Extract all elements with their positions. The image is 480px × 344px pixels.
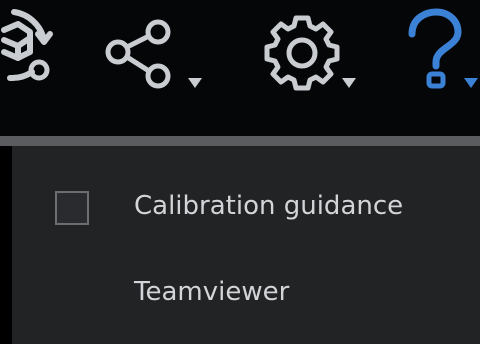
share-icon[interactable] — [102, 0, 212, 120]
menu-item-label: Calibration guidance — [134, 191, 404, 221]
toolbar — [0, 0, 480, 136]
chevron-down-icon — [342, 78, 356, 88]
menu-left-edge — [0, 146, 12, 344]
chevron-down-icon — [188, 78, 202, 88]
menu-item-teamviewer[interactable]: Teamviewer — [12, 254, 480, 334]
calibration-guidance-checkbox[interactable] — [55, 191, 89, 225]
help-icon[interactable] — [402, 0, 480, 120]
cube-rotate-icon[interactable] — [0, 0, 70, 120]
settings-gear-icon[interactable] — [252, 0, 372, 120]
toolbar-separator — [0, 136, 480, 146]
help-dropdown-menu: Calibration guidance Teamviewer — [12, 146, 480, 344]
menu-item-calibration-guidance[interactable]: Calibration guidance — [12, 168, 480, 248]
menu-item-label: Teamviewer — [134, 277, 290, 307]
chevron-down-icon — [464, 78, 478, 88]
